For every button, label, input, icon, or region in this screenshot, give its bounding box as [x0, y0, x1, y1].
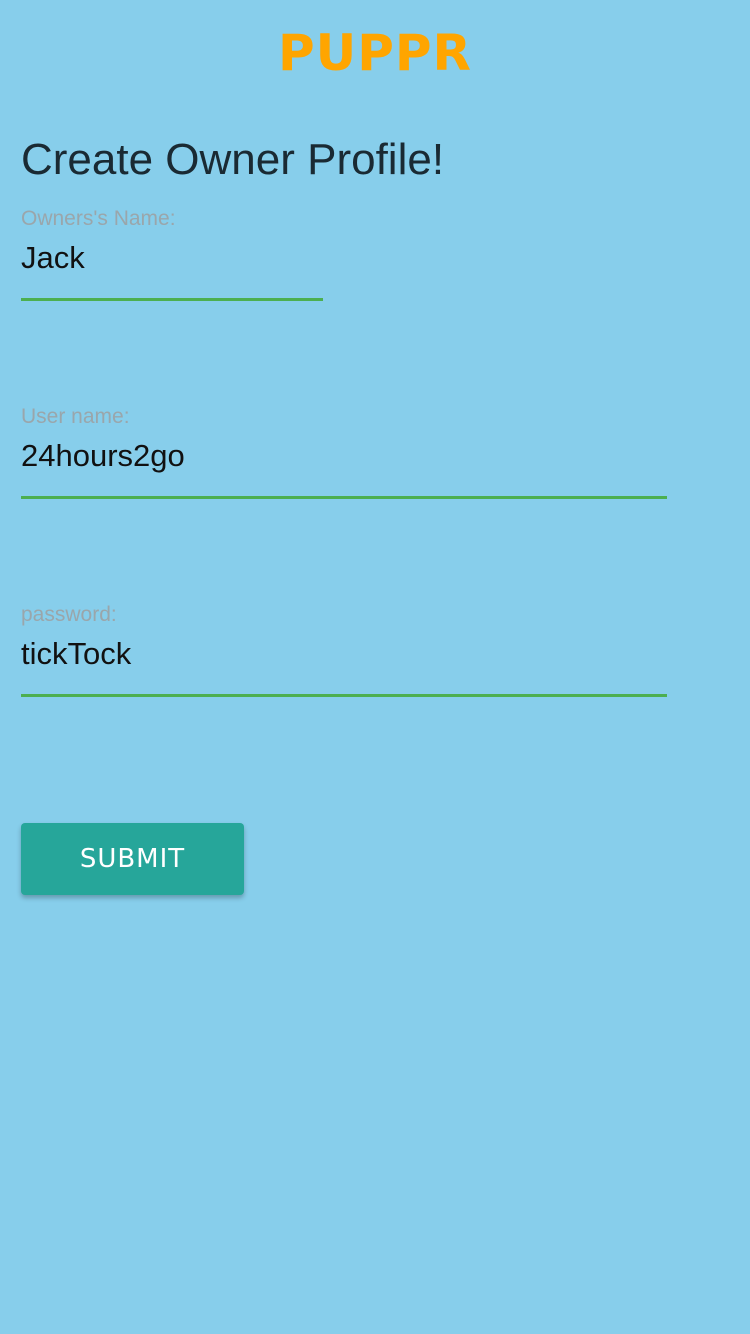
owner-name-input[interactable] [21, 231, 323, 301]
owner-name-label: Owners's Name: [21, 207, 176, 230]
owner-name-field: Owners's Name: [21, 207, 323, 301]
username-input[interactable] [21, 429, 667, 499]
app-logo-text: PUPPR [277, 24, 473, 82]
username-field: User name: [21, 405, 667, 499]
password-field: password: [21, 603, 667, 697]
page-title: Create Owner Profile! [21, 135, 445, 184]
username-label: User name: [21, 405, 130, 428]
password-label: password: [21, 603, 117, 626]
password-input[interactable] [21, 627, 667, 697]
submit-button[interactable]: SUBMIT [21, 823, 244, 895]
